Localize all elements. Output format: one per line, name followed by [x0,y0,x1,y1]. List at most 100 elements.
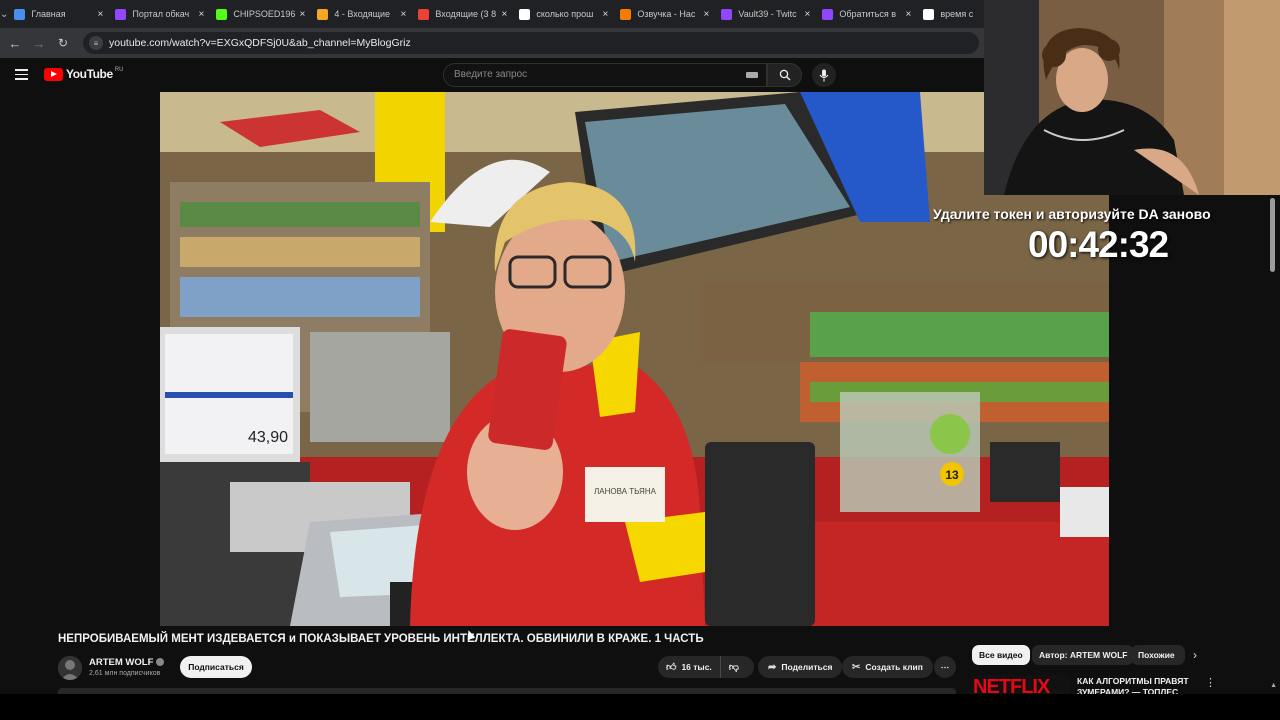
address-bar[interactable]: ≡ youtube.com/watch?v=EXGxQDFSj0U&ab_cha… [83,32,979,54]
youtube-logo-text: YouTube [66,67,113,81]
streamer-webcam [984,0,1280,195]
close-tab-icon[interactable]: × [906,9,912,20]
youtube-logo[interactable]: YouTube RU [44,67,123,81]
tab-title: Портал обкач [132,9,190,19]
recommendation-thumbnail[interactable]: NETFLIX [972,675,1070,695]
scroll-down-arrow-icon[interactable]: ▲ [1270,682,1277,689]
channel-name[interactable]: ARTEM WOLF [89,657,165,668]
close-tab-icon[interactable]: × [300,9,306,20]
create-clip-button[interactable]: ✂ Создать клип [842,656,933,678]
forward-arrow-icon[interactable]: → [27,36,51,51]
browser-tab[interactable]: Озвучка - Нас × [614,0,715,28]
chip-all-videos[interactable]: Все видео [972,645,1030,665]
more-vertical-icon[interactable]: ⋮ [1205,676,1216,689]
browser-tab[interactable]: 4 - Входящие × [311,0,412,28]
share-arrow-icon: ➦ [768,661,777,673]
search-placeholder: Введите запрос [454,69,528,80]
tab-title: сколько прош [536,9,594,19]
like-button[interactable]: 👍︎ 16 тыс. [658,656,721,678]
tab-title: Обратиться в [839,9,896,19]
subscribe-button[interactable]: Подписаться [180,656,252,678]
close-tab-icon[interactable]: × [199,9,205,20]
keyboard-icon[interactable] [746,72,758,78]
chip-related[interactable]: Похожие [1131,645,1185,665]
browser-tab[interactable]: Обратиться в × [816,0,917,28]
browser-tab-strip: ⌄ Главная × Портал обкач × CHIPSOED196 × 4 - В… [0,0,984,28]
url-text: youtube.com/watch?v=EXGxQDFSj0U&ab_chann… [109,37,411,49]
bottom-bar [0,694,1280,720]
chevron-right-icon[interactable]: › [1193,648,1197,662]
channel-avatar[interactable] [58,656,82,680]
recommendation-title[interactable]: КАК АЛГОРИТМЫ ПРАВЯТ ЗУМЕРАМИ? — ТОПЛЕС [1077,676,1197,694]
page-scrollbar[interactable] [1270,198,1275,272]
verified-check-icon [156,658,165,667]
like-count: 16 тыс. [681,662,712,672]
youtube-header: YouTube RU Введите запрос [0,58,984,92]
tab-title: Входящие (3 8 [435,9,497,19]
close-tab-icon[interactable]: × [502,9,508,20]
close-tab-icon[interactable]: × [98,9,104,20]
voice-search-button[interactable] [812,63,836,87]
tab-title: Озвучка - Нас [637,9,696,19]
search-button[interactable] [767,63,802,87]
search-icon [779,69,790,81]
microphone-icon [819,69,829,81]
gmail-icon [418,8,430,20]
donation-alert-message: Удалите токен и авторизуйте DA заново [933,206,1211,222]
clip-label: Создать клип [865,662,923,672]
video-title: НЕПРОБИВАЕМЫЙ МЕНТ ИЗДЕВАЕТСЯ и ПОКАЗЫВА… [58,633,704,645]
name-badge: ЛАНОВА ТЬЯНА [594,487,657,496]
google-icon [923,8,935,20]
share-label: Поделиться [781,662,833,672]
twitch-icon [822,8,834,20]
close-tab-icon[interactable]: × [805,9,811,20]
like-dislike-group: 👍︎ 16 тыс. 👎︎ [658,656,754,678]
browser-tab[interactable]: Vault39 - Twitc × [715,0,816,28]
tab-title: CHIPSOED196 [233,9,296,19]
promo-badge-number: 13 [945,468,959,482]
tab-title: 4 - Входящие [334,9,391,19]
stream-timer: 00:42:32 [1028,224,1169,265]
home-app-icon [14,8,26,20]
google-icon [519,8,531,20]
video-player[interactable]: 13 43,90 ЛАНОВА ТЬЯНА [160,92,1109,626]
browser-tab[interactable]: CHIPSOED196 × [210,0,311,28]
browser-tab[interactable]: Входящие (3 8 × [412,0,513,28]
browser-toolbar: ← → ↻ ≡ youtube.com/watch?v=EXGxQDFSj0U&… [0,28,984,58]
close-tab-icon[interactable]: × [603,9,609,20]
back-arrow-icon[interactable]: ← [3,36,27,51]
more-horizontal-icon: ⋯ [940,661,950,672]
search-input[interactable]: Введите запрос [443,63,767,87]
subscriber-count: 2,61 млн подписчиков [89,670,161,677]
thumbs-up-icon: 👍︎ [666,662,677,673]
more-actions-button[interactable]: ⋯ [934,656,956,678]
video-frame: 13 43,90 ЛАНОВА ТЬЯНА [160,92,1109,626]
channel-name-text: ARTEM WOLF [89,657,154,668]
browser-tab[interactable]: Главная × [8,0,109,28]
dislike-button[interactable]: 👎︎ [721,661,747,673]
twitch-icon [721,8,733,20]
scissors-icon: ✂ [852,661,861,673]
browser-tab[interactable]: Портал обкач × [109,0,210,28]
webcam-frame [984,0,1280,195]
kick-icon [216,8,228,20]
site-info-icon[interactable]: ≡ [89,36,103,50]
close-tab-icon[interactable]: × [401,9,407,20]
mail-icon [317,8,329,20]
share-button[interactable]: ➦ Поделиться [758,656,843,678]
register-price: 43,90 [248,429,288,446]
menu-hamburger-icon[interactable] [15,69,28,83]
reload-icon[interactable]: ↻ [51,36,75,50]
close-tab-icon[interactable]: × [704,9,710,20]
thumbs-down-icon: 👎︎ [728,662,739,673]
browser-tab[interactable]: сколько прош × [513,0,614,28]
chip-from-author[interactable]: Автор: ARTEM WOLF [1032,645,1135,665]
recommendation-thumb-text: NETFLIX [973,676,1050,695]
tab-title: Vault39 - Twitc [738,9,797,19]
twitch-icon [115,8,127,20]
youtube-play-icon [44,67,63,81]
donationalerts-icon [620,8,632,20]
region-label: RU [114,67,124,73]
tab-search-chevron-icon[interactable]: ⌄ [0,0,8,28]
tab-title: Главная [31,9,66,19]
